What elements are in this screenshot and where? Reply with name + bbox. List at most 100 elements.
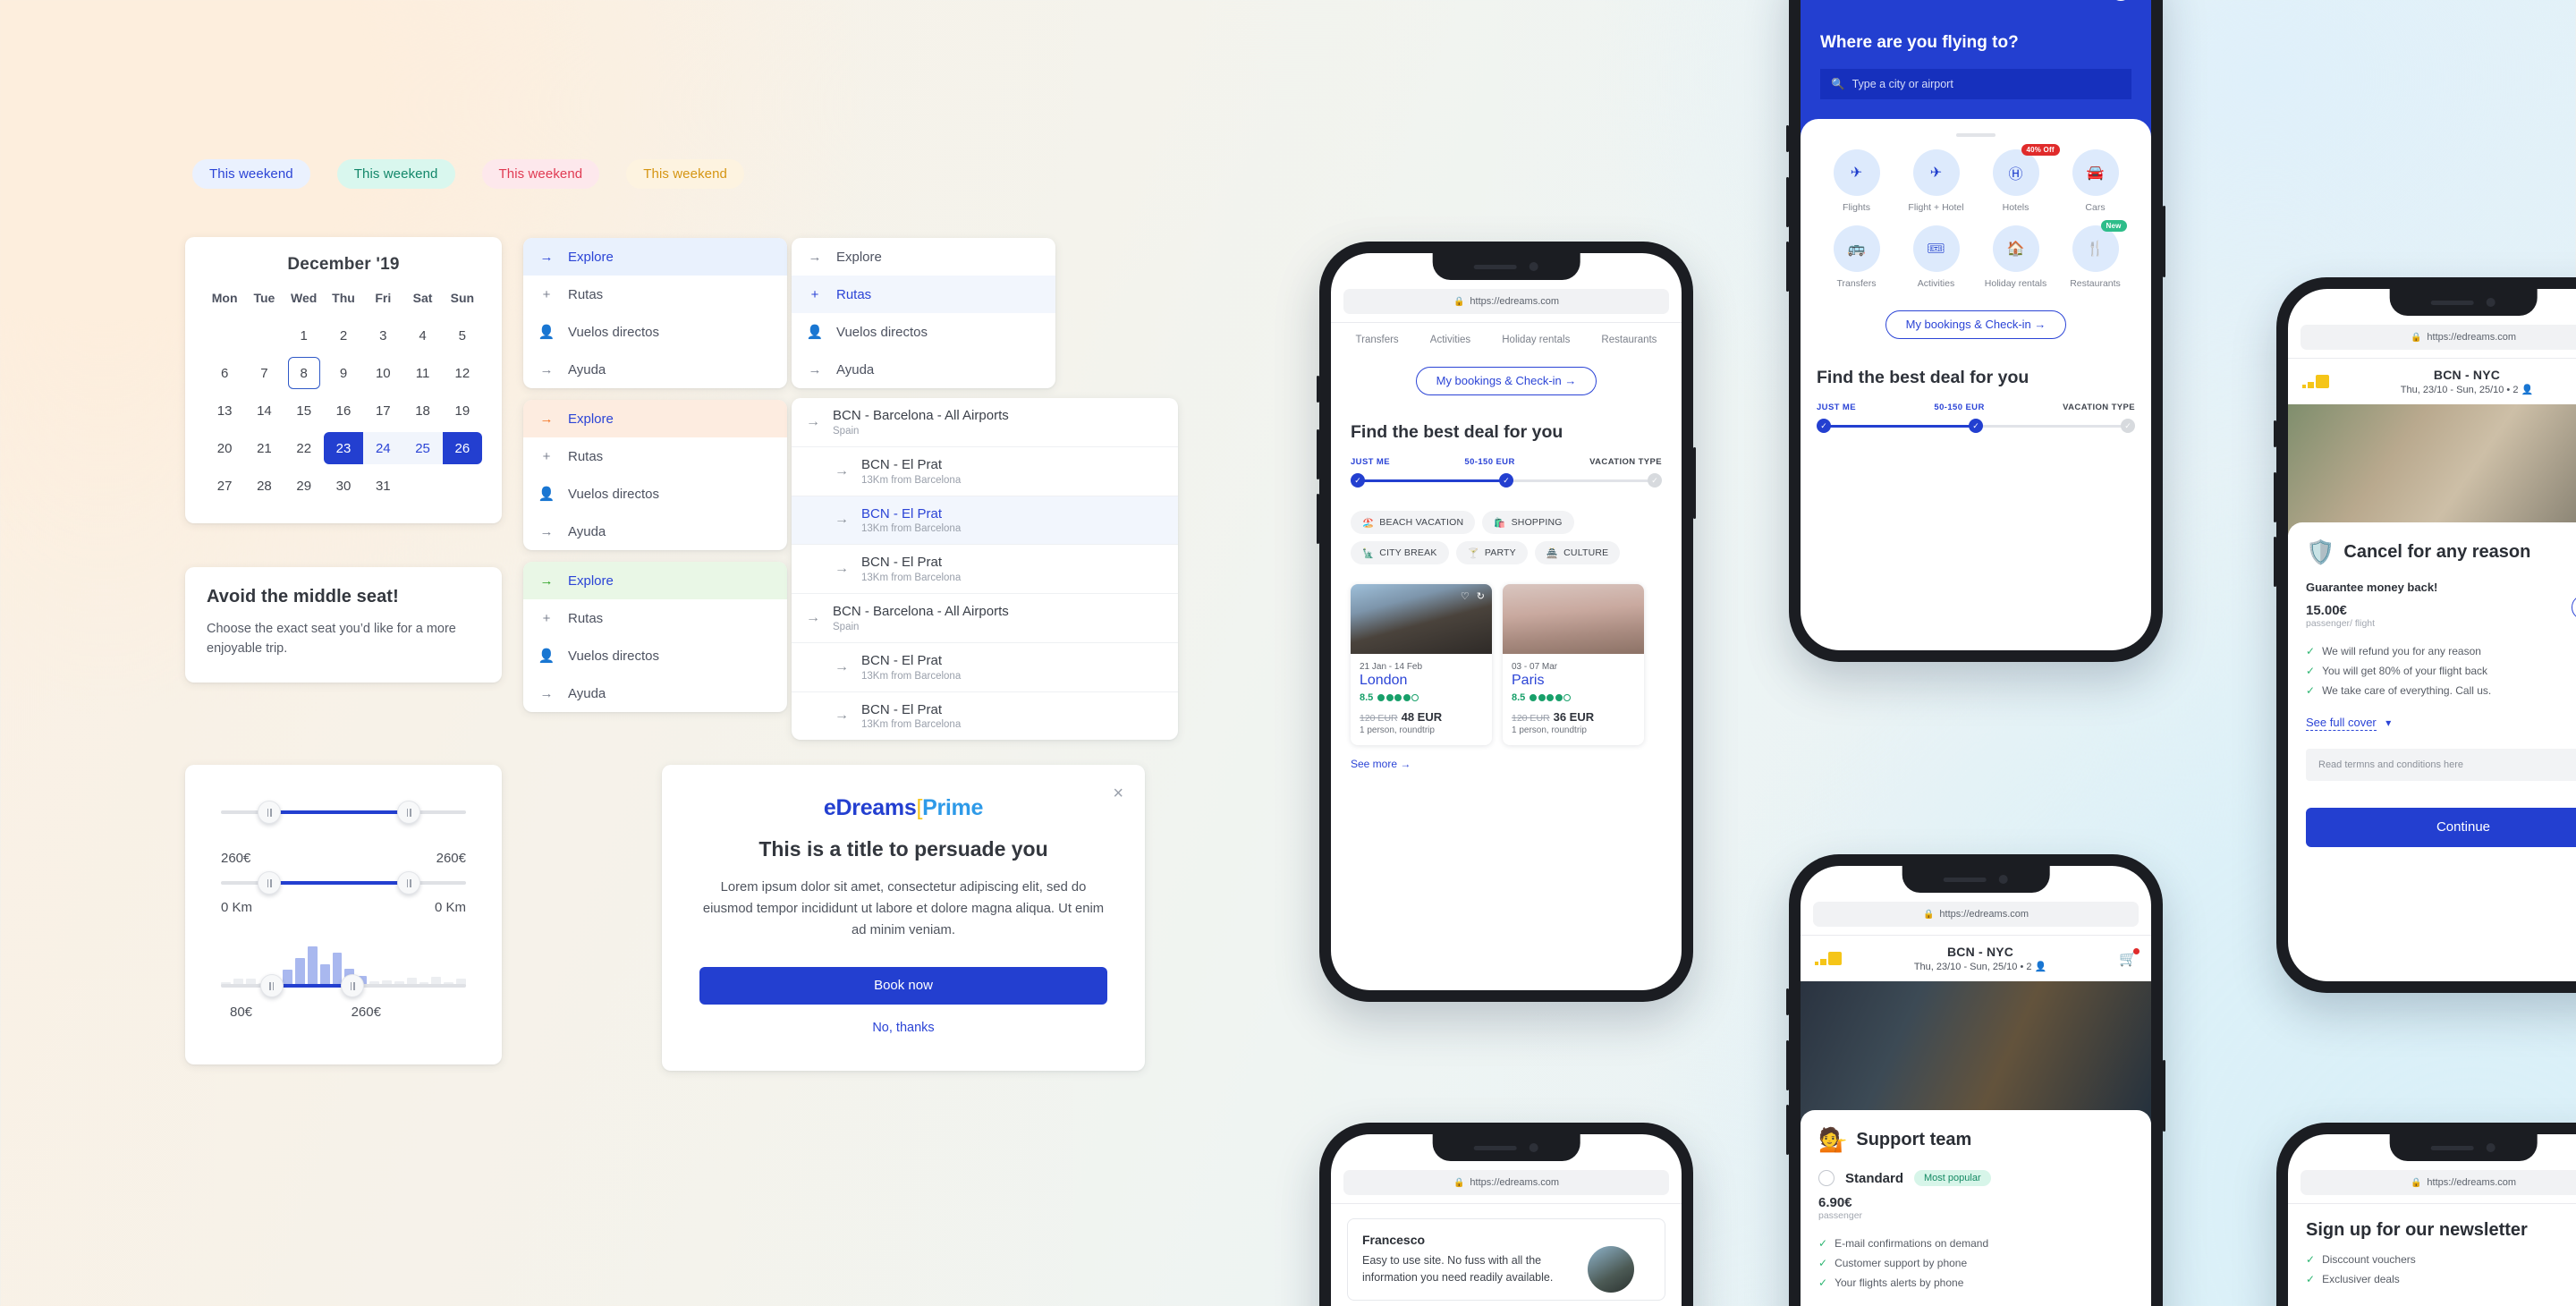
slider-handle-max[interactable]	[397, 801, 421, 824]
slider-handle-min[interactable]	[258, 871, 282, 895]
nav-holiday-rentals[interactable]: Holiday rentals	[1502, 335, 1570, 345]
slider-handle-min[interactable]	[258, 801, 282, 824]
share-icon[interactable]: ↻	[1477, 590, 1485, 602]
close-icon[interactable]: ×	[1113, 784, 1123, 802]
airport-row[interactable]: → BCN - El Prat 13Km from Barcelona	[792, 692, 1178, 741]
airport-row[interactable]: → BCN - Barcelona - All Airports Spain	[792, 398, 1178, 447]
product-tile-cars[interactable]: 🚘 Cars	[2055, 149, 2135, 213]
airport-row[interactable]: → BCN - El Prat 13Km from Barcelona	[792, 447, 1178, 496]
calendar-day-26[interactable]: 26	[442, 432, 482, 464]
menu-item-explore[interactable]: → Explore	[523, 238, 787, 276]
menu-item-rutas[interactable]: + Rutas	[523, 599, 787, 637]
product-tile-flights[interactable]: ✈ Flights	[1817, 149, 1896, 213]
calendar-day-19[interactable]: 19	[443, 394, 482, 427]
calendar-day-2[interactable]: 2	[324, 319, 363, 352]
slider-handle-max[interactable]	[341, 974, 365, 997]
calendar-day-17[interactable]: 17	[363, 394, 402, 427]
slider-handle-max[interactable]	[397, 871, 421, 895]
menu-item-explore[interactable]: → Explore	[523, 562, 787, 599]
vacation-tag[interactable]: 🗽 CITY BREAK	[1351, 541, 1449, 564]
step-dot-1[interactable]: ✓	[1817, 419, 1831, 433]
product-tile-hotels[interactable]: 40% Off Ⓗ Hotels	[1976, 144, 2060, 213]
calendar-day-31[interactable]: 31	[363, 470, 402, 502]
step-dot-3[interactable]: ✓	[2121, 419, 2135, 433]
my-bookings-checkin-button[interactable]: My bookings & Check-in →	[1885, 310, 2067, 339]
vacation-tag[interactable]: 🛍️ SHOPPING	[1482, 511, 1574, 534]
calendar-day-20[interactable]: 20	[205, 432, 244, 464]
menu-item-ayuda[interactable]: → Ayuda	[792, 351, 1055, 388]
calendar-day-21[interactable]: 21	[244, 432, 284, 464]
continue-button[interactable]: Continue	[2306, 807, 2576, 847]
calendar-day-18[interactable]: 18	[402, 394, 442, 427]
calendar-day-15[interactable]: 15	[284, 394, 324, 427]
book-now-button[interactable]: Book now	[699, 966, 1107, 1005]
browser-url-bar[interactable]: 🔒 https://edreams.com	[2301, 1170, 2576, 1195]
favorite-heart-icon[interactable]: ♡	[1461, 590, 1470, 602]
nav-transfers[interactable]: Transfers	[1356, 335, 1399, 345]
menu-item-vuelos-directos[interactable]: 👤 Vuelos directos	[523, 313, 787, 351]
plan-radio-standard[interactable]	[1818, 1170, 1835, 1186]
deal-card[interactable]: 03 - 07 Mar Paris 8.5 120 EUR 36 EUR 1 person…	[1503, 584, 1644, 745]
calendar-day-30[interactable]: 30	[324, 470, 363, 502]
calendar-day-6[interactable]: 6	[205, 357, 244, 389]
airport-row[interactable]: → BCN - Barcelona - All Airports Spain	[792, 594, 1178, 643]
menu-item-rutas[interactable]: + Rutas	[792, 276, 1055, 313]
menu-item-ayuda[interactable]: → Ayuda	[523, 513, 787, 550]
menu-item-vuelos-directos[interactable]: 👤 Vuelos directos	[523, 475, 787, 513]
product-tile-flight-hotel[interactable]: ✈ Flight + Hotel	[1896, 149, 1976, 213]
nav-activities[interactable]: Activities	[1430, 335, 1470, 345]
calendar-day-23[interactable]: 23	[323, 432, 364, 464]
no-thanks-link[interactable]: No, thanks	[699, 1021, 1107, 1035]
calendar-day-27[interactable]: 27	[205, 470, 244, 502]
see-full-cover-row[interactable]: See full cover ▾	[2306, 701, 2576, 731]
calendar-day-25[interactable]: 25	[402, 432, 443, 464]
plan-row[interactable]: Standard Most popular	[1818, 1170, 2133, 1186]
add-insurance-button[interactable]: Add	[2571, 595, 2576, 620]
vacation-tag[interactable]: 🏯 CULTURE	[1534, 541, 1621, 564]
browser-url-bar[interactable]: 🔒 https://edreams.com	[1343, 1170, 1669, 1195]
step-dot-2[interactable]: ✓	[1499, 473, 1513, 488]
step-dot-3[interactable]: ✓	[1648, 473, 1662, 488]
menu-item-explore[interactable]: → Explore	[792, 238, 1055, 276]
slider-handle-min[interactable]	[259, 974, 284, 997]
menu-item-explore[interactable]: → Explore	[523, 400, 787, 437]
my-bookings-checkin-button[interactable]: My bookings & Check-in →	[1415, 367, 1597, 395]
nav-restaurants[interactable]: Restaurants	[1601, 335, 1657, 345]
calendar-day-13[interactable]: 13	[205, 394, 244, 427]
deal-city[interactable]: Paris	[1512, 673, 1635, 689]
chevron-down-icon[interactable]: ▾	[2385, 717, 2391, 729]
deal-city[interactable]: London	[1360, 673, 1483, 689]
menu-item-ayuda[interactable]: → Ayuda	[523, 351, 787, 388]
step-dot-1[interactable]: ✓	[1351, 473, 1365, 488]
airport-row[interactable]: → BCN - El Prat 13Km from Barcelona	[792, 545, 1178, 594]
browser-url-bar[interactable]: 🔒 https://edreams.com	[2301, 325, 2576, 350]
calendar-day-10[interactable]: 10	[363, 357, 402, 389]
browser-url-bar[interactable]: 🔒 https://edreams.com	[1343, 289, 1669, 314]
airport-row[interactable]: → BCN - El Prat 13Km from Barcelona	[792, 496, 1178, 546]
chip-this-weekend-green[interactable]: This weekend	[336, 159, 455, 189]
calendar-day-22[interactable]: 22	[284, 432, 324, 464]
calendar-day-29[interactable]: 29	[284, 470, 324, 502]
sheet-grabber[interactable]	[1956, 133, 1996, 137]
menu-item-rutas[interactable]: + Rutas	[523, 276, 787, 313]
search-input[interactable]: 🔍 Type a city or airport	[1820, 69, 2131, 99]
menu-item-vuelos-directos[interactable]: 👤 Vuelos directos	[523, 637, 787, 674]
vacation-tag[interactable]: 🍸 PARTY	[1455, 541, 1528, 564]
calendar-day-16[interactable]: 16	[324, 394, 363, 427]
product-tile-activities[interactable]: 🎟 Activities	[1896, 225, 1976, 289]
calendar-day-14[interactable]: 14	[244, 394, 284, 427]
calendar-day-8[interactable]: 8	[284, 357, 324, 389]
calendar-day-4[interactable]: 4	[402, 319, 442, 352]
product-tile-transfers[interactable]: 🚌 Transfers	[1817, 225, 1896, 289]
see-full-cover-link[interactable]: See full cover	[2306, 716, 2377, 731]
account-icon[interactable]: 👤	[2110, 0, 2131, 1]
calendar-day-7[interactable]: 7	[244, 357, 284, 389]
menu-item-rutas[interactable]: + Rutas	[523, 437, 787, 475]
vacation-tag[interactable]: 🏖️ BEACH VACATION	[1351, 511, 1476, 534]
menu-item-vuelos-directos[interactable]: 👤 Vuelos directos	[792, 313, 1055, 351]
cart-icon[interactable]: 🛒	[2119, 947, 2140, 968]
step-dot-2[interactable]: ✓	[1969, 419, 1983, 433]
airport-row[interactable]: → BCN - El Prat 13Km from Barcelona	[792, 643, 1178, 692]
calendar-day-28[interactable]: 28	[244, 470, 284, 502]
terms-box[interactable]: Read termns and conditions here	[2306, 748, 2576, 781]
